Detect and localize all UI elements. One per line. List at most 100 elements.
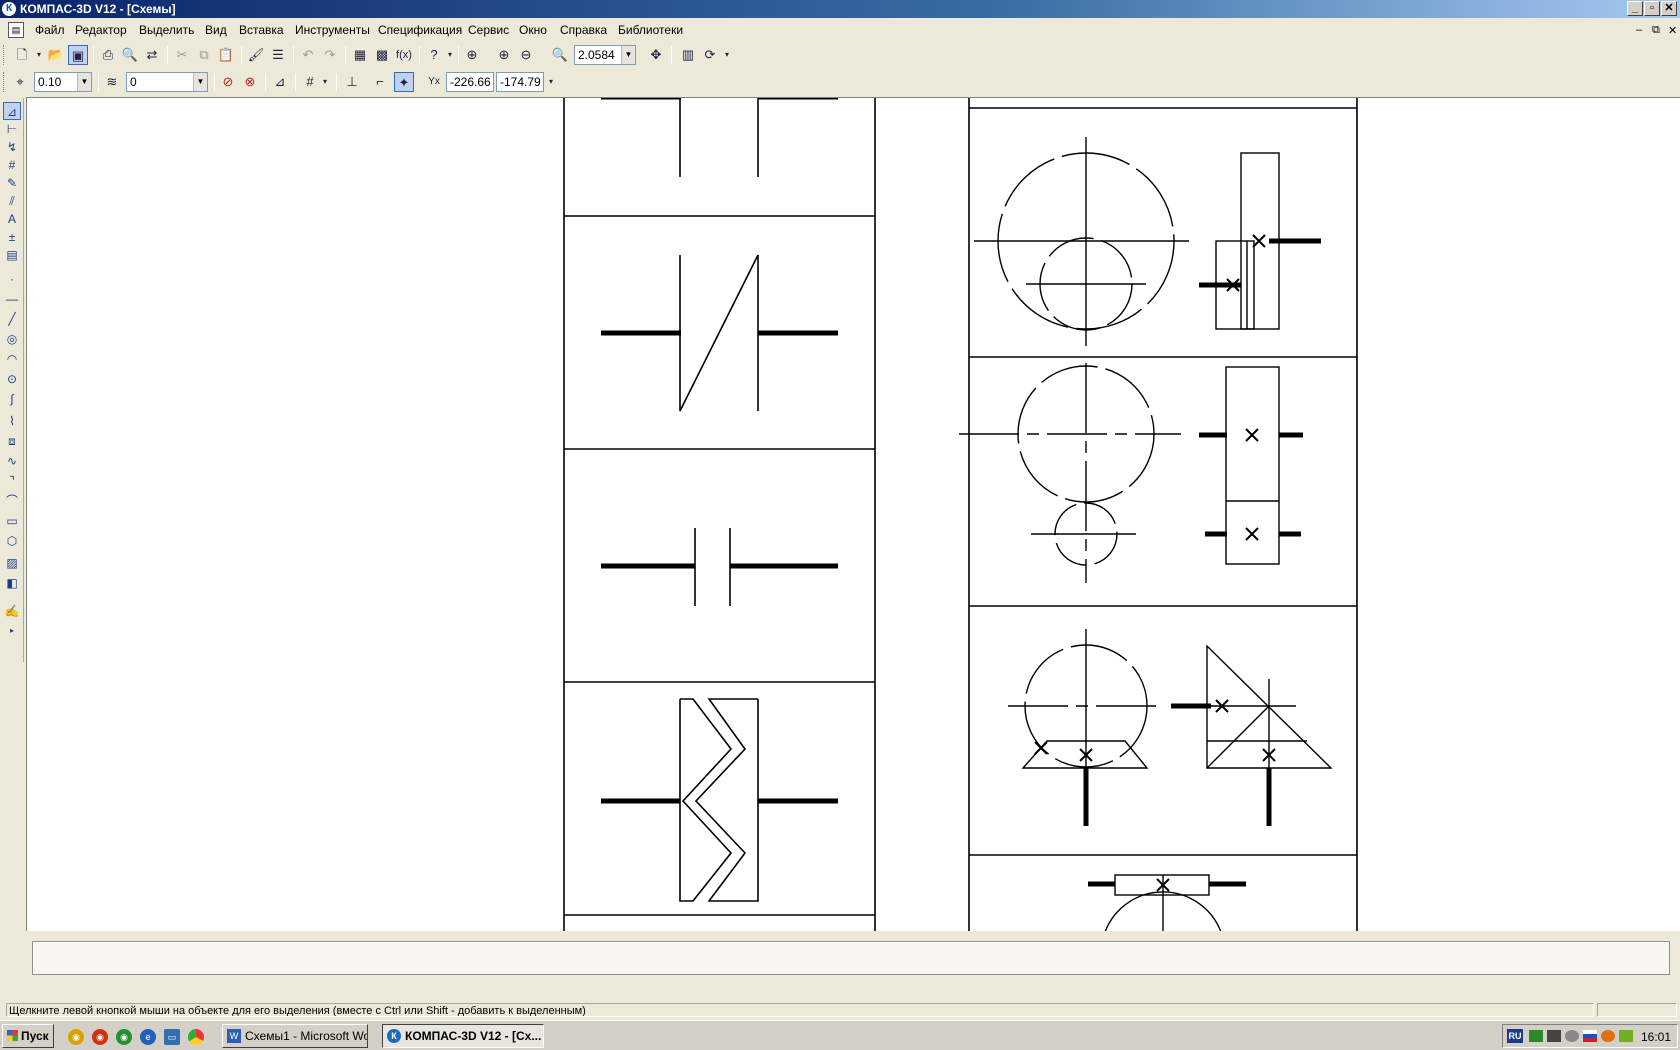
new-doc-dropdown-icon[interactable]: ▾ bbox=[34, 45, 44, 65]
menu-window[interactable]: Окно bbox=[519, 23, 547, 37]
menu-service[interactable]: Сервис bbox=[468, 23, 509, 37]
edit-icon[interactable]: ✎ bbox=[3, 174, 21, 192]
spec-icon[interactable]: ▤ bbox=[3, 246, 21, 264]
variables-icon[interactable]: f(x) bbox=[394, 45, 414, 65]
start-button[interactable]: Пуск bbox=[2, 1024, 54, 1048]
chevron-down-icon[interactable]: ▼ bbox=[193, 73, 207, 91]
minimize-button[interactable]: _ bbox=[1627, 1, 1643, 16]
layer-combo[interactable]: 0 ▼ bbox=[126, 72, 208, 92]
equidistant-icon[interactable]: ⧈ bbox=[3, 432, 21, 450]
help-icon[interactable]: ? bbox=[424, 45, 444, 65]
coordinates-icon[interactable]: Yx bbox=[424, 72, 444, 92]
circle-icon[interactable]: ◎ bbox=[3, 330, 21, 348]
library-icon[interactable]: ▩ bbox=[372, 45, 392, 65]
save-icon[interactable]: ▣ bbox=[68, 45, 88, 65]
grid-dropdown-icon[interactable]: ▾ bbox=[320, 72, 330, 92]
desktop-icon[interactable]: ▭ bbox=[164, 1029, 180, 1045]
ellipse-icon[interactable]: ⊙ bbox=[3, 370, 21, 388]
param-icon[interactable]: ⫽ bbox=[3, 192, 21, 210]
spline-icon[interactable]: ∫ bbox=[3, 390, 21, 408]
step-cursor-icon[interactable]: ⌖ bbox=[10, 72, 30, 92]
mdi-restore-button[interactable]: ⧉ bbox=[1652, 24, 1660, 37]
step-combo[interactable]: 0.10 ▼ bbox=[34, 72, 92, 92]
layers-icon[interactable]: ≋ bbox=[102, 72, 122, 92]
point-icon[interactable]: · bbox=[3, 270, 21, 288]
document-icon[interactable]: ▤ bbox=[8, 22, 24, 38]
coord-x-field[interactable]: -226.66 bbox=[446, 72, 494, 92]
tray-icon-3[interactable] bbox=[1565, 1030, 1579, 1042]
menu-libraries[interactable]: Библиотеки bbox=[618, 23, 683, 37]
arc-icon[interactable]: ◠ bbox=[3, 350, 21, 368]
fillet-icon[interactable]: ⌒ bbox=[3, 492, 21, 510]
menu-tools[interactable]: Инструменты bbox=[295, 23, 370, 37]
segment-icon[interactable]: ╱ bbox=[3, 310, 21, 328]
ie-icon[interactable]: e bbox=[140, 1029, 156, 1045]
select-icon[interactable]: ± bbox=[3, 228, 21, 246]
snap-icon[interactable]: ⊘ bbox=[218, 72, 238, 92]
dimension-icon[interactable]: ⊢ bbox=[3, 120, 21, 138]
show-all-icon[interactable]: ▥ bbox=[678, 45, 698, 65]
menu-file[interactable]: Файл bbox=[35, 23, 65, 37]
text-icon[interactable]: ✍ bbox=[3, 602, 21, 620]
print-icon[interactable]: ⎙ bbox=[98, 45, 118, 65]
preview-icon[interactable]: 🔍 bbox=[120, 45, 140, 65]
task-word[interactable]: W Схемы1 - Microsoft Word bbox=[222, 1024, 368, 1048]
mdi-minimize-button[interactable]: – bbox=[1636, 24, 1642, 36]
cut-icon[interactable]: ✂ bbox=[172, 45, 192, 65]
tray-icon-2[interactable] bbox=[1547, 1030, 1561, 1042]
new-doc-icon[interactable]: 🗋 bbox=[12, 45, 32, 65]
export-icon[interactable]: ⇄ bbox=[142, 45, 162, 65]
zoom-combo[interactable]: 2.0584 ▼ bbox=[574, 45, 636, 65]
flag-icon[interactable] bbox=[1583, 1030, 1597, 1042]
quicklaunch-icon-1[interactable]: ◉ bbox=[68, 1029, 84, 1045]
polyline-icon[interactable]: ⌇ bbox=[3, 412, 21, 430]
orthogonal-mode-icon[interactable]: ⌐ bbox=[370, 72, 390, 92]
command-input-area[interactable] bbox=[32, 941, 1670, 975]
local-snap-icon[interactable]: ⊗ bbox=[240, 72, 260, 92]
aux-line-icon[interactable]: — bbox=[3, 290, 21, 308]
properties-icon[interactable]: ☰ bbox=[268, 45, 288, 65]
rectangle-icon[interactable]: ▭ bbox=[3, 512, 21, 530]
close-button[interactable]: ✕ bbox=[1661, 1, 1677, 16]
manager-icon[interactable]: ▦ bbox=[350, 45, 370, 65]
menu-help[interactable]: Справка bbox=[560, 23, 607, 37]
toolbar-grip[interactable] bbox=[3, 72, 6, 92]
drawing-canvas[interactable] bbox=[26, 97, 1680, 931]
mdi-close-button[interactable]: ✕ bbox=[1668, 24, 1677, 37]
task-kompas[interactable]: К КОМПАС-3D V12 - [Сх... bbox=[382, 1024, 544, 1048]
parametric-mode-icon[interactable]: ✦ bbox=[394, 72, 414, 92]
tray-icon-6[interactable] bbox=[1619, 1030, 1633, 1042]
copy-icon[interactable]: ⧉ bbox=[194, 45, 214, 65]
open-icon[interactable]: 📂 bbox=[46, 45, 66, 65]
kompas-app-icon[interactable]: К bbox=[2, 2, 16, 16]
paste-icon[interactable]: 📋 bbox=[216, 45, 236, 65]
redo-icon[interactable]: ↷ bbox=[320, 45, 340, 65]
quicklaunch-icon-3[interactable]: ◉ bbox=[116, 1029, 132, 1045]
hatch-icon[interactable]: ▨ bbox=[3, 554, 21, 572]
measure-icon[interactable]: A bbox=[3, 210, 21, 228]
pan-icon[interactable]: ✥ bbox=[646, 45, 666, 65]
menu-insert[interactable]: Вставка bbox=[239, 23, 284, 37]
polygon-icon[interactable]: ⬡ bbox=[3, 532, 21, 550]
chevron-down-icon[interactable]: ▼ bbox=[77, 73, 91, 91]
menu-editor[interactable]: Редактор bbox=[75, 23, 127, 37]
local-cs-icon[interactable]: ⊥ bbox=[342, 72, 362, 92]
coord-y-field[interactable]: -174.79 bbox=[496, 72, 544, 92]
toolbar-overflow-icon[interactable]: ▾ bbox=[546, 72, 556, 92]
ortho-icon[interactable]: ⊿ bbox=[270, 72, 290, 92]
tray-icon-1[interactable] bbox=[1529, 1030, 1543, 1042]
menu-view[interactable]: Вид bbox=[205, 23, 227, 37]
zoom-in-icon[interactable]: ⊕ bbox=[494, 45, 514, 65]
undo-icon[interactable]: ↶ bbox=[298, 45, 318, 65]
tray-icon-5[interactable] bbox=[1601, 1030, 1615, 1042]
maximize-button[interactable]: ▫ bbox=[1644, 1, 1660, 16]
grid-icon[interactable]: # bbox=[3, 156, 21, 174]
geometry-icon[interactable]: ⊿ bbox=[3, 102, 21, 120]
chrome-icon[interactable] bbox=[188, 1029, 204, 1045]
menu-specification[interactable]: Спецификация bbox=[378, 23, 462, 37]
panel-expand-icon[interactable]: ▸ bbox=[3, 622, 21, 640]
symbol-icon[interactable]: ↯ bbox=[3, 138, 21, 156]
bezier-icon[interactable]: ∿ bbox=[3, 452, 21, 470]
menu-select[interactable]: Выделить bbox=[139, 23, 194, 37]
refresh-icon[interactable]: ⟳ bbox=[700, 45, 720, 65]
